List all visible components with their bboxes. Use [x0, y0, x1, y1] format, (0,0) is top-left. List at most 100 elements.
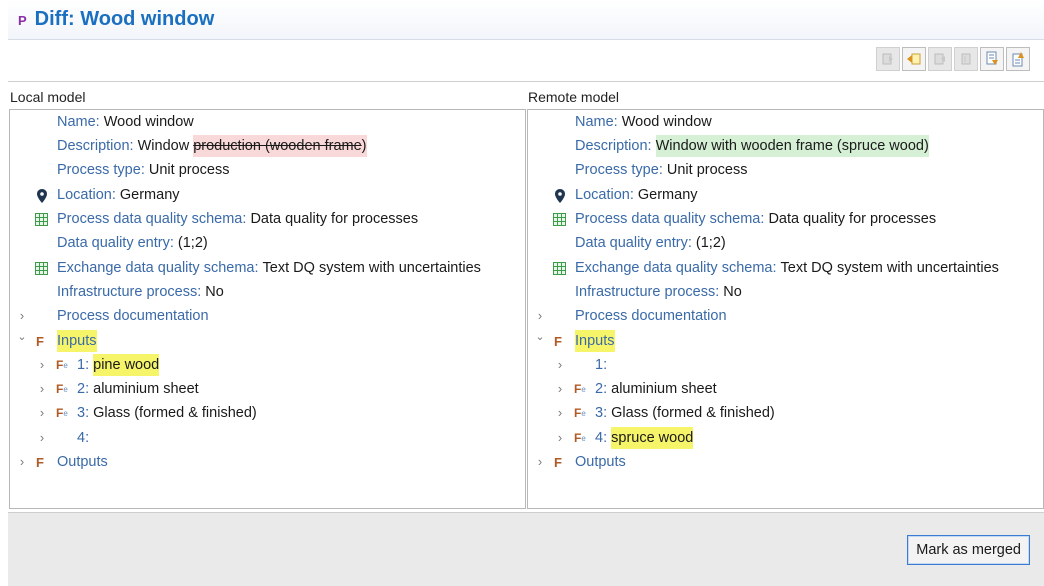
infrastructure-value: No	[723, 284, 742, 300]
exchange-dq-value: Text DQ system with uncertainties	[780, 260, 999, 276]
name-key: Name:	[575, 114, 618, 130]
description-key: Description:	[575, 138, 652, 154]
process-dq-value: Data quality for processes	[250, 211, 419, 227]
remote-input-4-row[interactable]: 4: spruce wood	[595, 427, 694, 449]
location-value: Germany	[119, 187, 180, 203]
flow-exchange-icon: Fe	[56, 406, 68, 420]
local-process-type-row[interactable]: Process type: Unit process	[57, 159, 229, 181]
local-input-1-row[interactable]: 1: pine wood	[77, 354, 160, 376]
local-name-row[interactable]: Name: Wood window	[57, 111, 194, 133]
flow-f-icon: F	[554, 455, 562, 470]
local-description-row[interactable]: Description: Window production (wooden f…	[57, 135, 367, 157]
local-infrastructure-row[interactable]: Infrastructure process: No	[57, 281, 224, 303]
local-process-documentation-row[interactable]: Process documentation	[57, 305, 209, 327]
remote-model-tree[interactable]: Name: Wood window Description: Window wi…	[527, 109, 1044, 509]
mark-as-merged-button[interactable]: Mark as merged	[907, 535, 1030, 565]
editor-header: P Diff: Wood window	[8, 0, 1044, 40]
copy-all-right-icon[interactable]	[954, 47, 978, 71]
collapse-chevron-down-icon[interactable]: ⌄	[16, 330, 28, 343]
copy-right-icon[interactable]	[928, 47, 952, 71]
remote-outputs-row[interactable]: Outputs	[575, 451, 626, 473]
local-process-dq-row[interactable]: Process data quality schema: Data qualit…	[57, 208, 418, 230]
description-removed-text: production (wooden frame	[193, 135, 362, 157]
name-value: Wood window	[621, 114, 712, 130]
expand-chevron-right-icon[interactable]: ›	[16, 308, 28, 323]
local-input-4-row[interactable]: 4:	[77, 427, 89, 449]
local-inputs-row[interactable]: Inputs	[57, 330, 97, 352]
remote-input-2-row[interactable]: 2: aluminium sheet	[595, 378, 717, 400]
remote-infrastructure-row[interactable]: Infrastructure process: No	[575, 281, 742, 303]
local-location-row[interactable]: Location: Germany	[57, 184, 180, 206]
dq-schema-grid-icon	[552, 212, 566, 226]
expand-chevron-right-icon[interactable]: ›	[554, 357, 566, 372]
input-value: Glass (formed & finished)	[611, 405, 775, 421]
dq-entry-value: (1;2)	[695, 235, 726, 251]
local-outputs-row[interactable]: Outputs	[57, 451, 108, 473]
process-type-key: Process type:	[57, 162, 145, 178]
process-type-key: Process type:	[575, 162, 663, 178]
local-input-2-row[interactable]: 2: aluminium sheet	[77, 378, 199, 400]
input-number: 2:	[595, 381, 608, 397]
remote-exchange-dq-row[interactable]: Exchange data quality schema: Text DQ sy…	[575, 257, 999, 279]
remote-process-dq-row[interactable]: Process data quality schema: Data qualit…	[575, 208, 936, 230]
process-type-value: Unit process	[148, 162, 230, 178]
expand-chevron-right-icon[interactable]: ›	[36, 381, 48, 396]
local-input-3-row[interactable]: 3: Glass (formed & finished)	[77, 402, 257, 424]
toolbar-divider	[8, 81, 1044, 82]
infrastructure-key: Infrastructure process:	[57, 284, 202, 300]
dq-entry-key: Data quality entry:	[57, 235, 174, 251]
flow-f-icon: F	[554, 334, 562, 349]
expand-chevron-right-icon[interactable]: ›	[534, 454, 546, 469]
inputs-label: Inputs	[575, 330, 615, 352]
local-exchange-dq-row[interactable]: Exchange data quality schema: Text DQ sy…	[57, 257, 481, 279]
remote-inputs-row[interactable]: Inputs	[575, 330, 615, 352]
input-value: Glass (formed & finished)	[93, 405, 257, 421]
remote-model-label: Remote model	[528, 89, 620, 105]
expand-chevron-right-icon[interactable]: ›	[36, 405, 48, 420]
description-added-text: Window with wooden frame (spruce wood)	[655, 135, 929, 157]
collapse-chevron-down-icon[interactable]: ⌄	[534, 330, 546, 343]
expand-chevron-right-icon[interactable]: ›	[36, 357, 48, 372]
input-value: aluminium sheet	[611, 381, 717, 397]
remote-description-row[interactable]: Description: Window with wooden frame (s…	[575, 135, 929, 157]
flow-exchange-icon: Fe	[574, 382, 586, 396]
local-model-tree[interactable]: Name: Wood window Description: Window pr…	[9, 109, 526, 509]
expand-chevron-right-icon[interactable]: ›	[554, 430, 566, 445]
input-number: 4:	[595, 430, 608, 446]
remote-dq-entry-row[interactable]: Data quality entry: (1;2)	[575, 232, 726, 254]
remote-location-row[interactable]: Location: Germany	[575, 184, 698, 206]
input-number: 1:	[77, 357, 90, 373]
expand-chevron-right-icon[interactable]: ›	[36, 430, 48, 445]
flow-exchange-icon: Fe	[56, 358, 68, 372]
dialog-footer: Mark as merged	[8, 512, 1044, 586]
remote-process-type-row[interactable]: Process type: Unit process	[575, 159, 747, 181]
expand-chevron-right-icon[interactable]: ›	[554, 405, 566, 420]
copy-left-icon[interactable]	[902, 47, 926, 71]
exchange-dq-grid-icon	[552, 261, 566, 275]
exchange-dq-grid-icon	[34, 261, 48, 275]
expand-chevron-right-icon[interactable]: ›	[554, 381, 566, 396]
flow-exchange-icon: Fe	[574, 431, 586, 445]
process-dq-key: Process data quality schema:	[575, 211, 765, 227]
input-number: 1:	[595, 357, 608, 373]
input-number: 3:	[595, 405, 608, 421]
copy-all-left-icon[interactable]	[876, 47, 900, 71]
expand-chevron-right-icon[interactable]: ›	[16, 454, 28, 469]
process-documentation-label: Process documentation	[575, 308, 727, 324]
remote-name-row[interactable]: Name: Wood window	[575, 111, 712, 133]
outputs-label: Outputs	[575, 454, 626, 470]
remote-input-1-row[interactable]: 1:	[595, 354, 607, 376]
diff-toolbar	[876, 47, 1030, 71]
infrastructure-value: No	[205, 284, 224, 300]
infrastructure-key: Infrastructure process:	[575, 284, 720, 300]
next-difference-icon[interactable]	[980, 47, 1004, 71]
remote-process-documentation-row[interactable]: Process documentation	[575, 305, 727, 327]
local-model-label: Local model	[10, 89, 86, 105]
remote-input-3-row[interactable]: 3: Glass (formed & finished)	[595, 402, 775, 424]
input-number: 4:	[77, 430, 90, 446]
location-value: Germany	[637, 187, 698, 203]
flow-exchange-icon: Fe	[574, 406, 586, 420]
previous-difference-icon[interactable]	[1006, 47, 1030, 71]
local-dq-entry-row[interactable]: Data quality entry: (1;2)	[57, 232, 208, 254]
expand-chevron-right-icon[interactable]: ›	[534, 308, 546, 323]
